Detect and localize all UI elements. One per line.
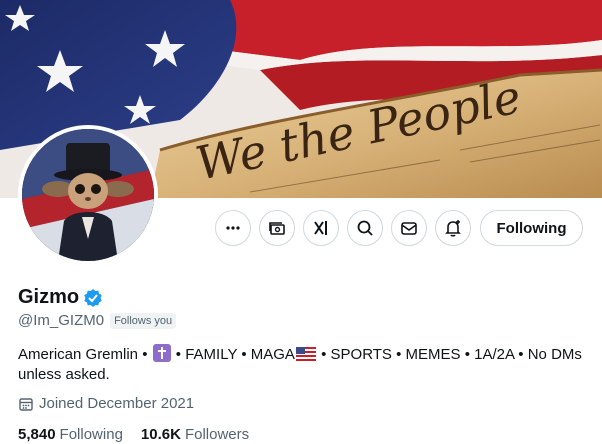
joined-date: Joined December 2021 [39, 395, 195, 412]
name-row: Gizmo [18, 286, 103, 309]
bio-text-2: • FAMILY • MAGA [171, 346, 295, 363]
following-button[interactable]: Following [480, 210, 583, 246]
stats-row: 5,840 Following 10.6K Followers [18, 426, 267, 443]
joined-row: Joined December 2021 [18, 395, 194, 412]
follows-you-badge: Follows you [110, 312, 177, 329]
cross-emoji-icon [152, 344, 171, 362]
subscription-icon [269, 222, 285, 235]
search-button[interactable] [347, 210, 383, 246]
search-icon [357, 220, 373, 236]
following-stat-link[interactable]: 5,840 Following [18, 426, 123, 443]
bio: American Gremlin • • FAMILY • MAGA • SPO… [18, 344, 588, 385]
subscription-button[interactable] [259, 210, 295, 246]
notify-icon [445, 220, 461, 237]
handle: @Im_GIZM0 [18, 312, 105, 329]
following-label: Following [59, 426, 123, 443]
followers-stat-link[interactable]: 10.6K Followers [141, 426, 249, 443]
following-count: 5,840 [18, 426, 56, 443]
bio-text-1: American Gremlin • [18, 346, 152, 363]
message-button[interactable] [391, 210, 427, 246]
notify-button[interactable] [435, 210, 471, 246]
grok-icon [314, 221, 327, 235]
followers-count: 10.6K [140, 426, 181, 443]
grok-button[interactable] [303, 210, 339, 246]
more-button[interactable] [215, 210, 251, 246]
followers-label: Followers [184, 426, 250, 443]
more-icon [226, 226, 240, 230]
verified-badge-icon[interactable] [83, 288, 103, 308]
display-name: Gizmo [18, 286, 80, 308]
calendar-icon [19, 397, 33, 411]
profile-actions: Following [0, 210, 602, 248]
message-icon [401, 222, 417, 235]
handle-row: @Im_GIZM0 Follows you [18, 312, 177, 329]
us-flag-emoji-icon [295, 347, 316, 361]
